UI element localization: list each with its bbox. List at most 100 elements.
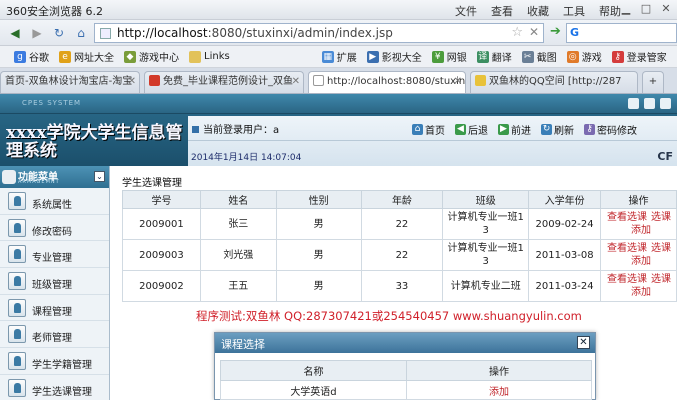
menu-item-class[interactable]: 班级管理	[0, 268, 109, 295]
back-arrow-icon: ◀	[455, 124, 466, 135]
select-course-link[interactable]: 选课	[651, 243, 671, 254]
home-button[interactable]: ⌂ 首页	[412, 122, 445, 137]
add-link[interactable]: 添加	[607, 225, 651, 236]
forward-button[interactable]: ▶ 前进	[498, 122, 531, 137]
sites-icon: e	[59, 50, 71, 63]
student-table: 学号 姓名 性别 年龄 班级 入学年份 操作 2009001 张三 男 22 计…	[122, 190, 677, 302]
view-courses-link[interactable]: 查看选课	[607, 212, 647, 223]
row-actions: 查看选课 选课 添加	[600, 239, 677, 271]
collapse-icon[interactable]: ⌄	[94, 171, 105, 182]
menu-help[interactable]: 帮助	[599, 3, 621, 19]
bookmark-login[interactable]: ⚷ 登录管家	[611, 49, 667, 64]
menu-item-student-record[interactable]: 学生学籍管理	[0, 348, 109, 375]
tab-qq-space[interactable]: 双鱼林的QQ空间 [http://287	[470, 71, 638, 93]
menu-file[interactable]: 文件	[455, 3, 477, 19]
menu-item-teacher[interactable]: 老师管理	[0, 321, 109, 349]
close-icon[interactable]: ✕	[659, 1, 673, 17]
side-menu: 功能菜单 ARMAGEMNT ⌄ 系统属性 修改密码 专业管理 班级管理 课程管…	[0, 166, 110, 400]
maximize-icon[interactable]: □	[639, 1, 653, 17]
browser-title-bar: 360安全浏览器 6.2 文件 查看 收藏 工具 帮助 ▁ □ ✕	[0, 0, 677, 20]
tab-course-design[interactable]: 免费_毕业课程范例设计_双鱼 ✕	[144, 71, 304, 93]
col-course-op: 操作	[406, 360, 592, 381]
star-icon[interactable]: ☆	[511, 25, 523, 40]
bookmarks-bar: g 谷歌 e 网址大全 ◆ 游戏中心 Links ▦ 扩展 ▶ 影视大全 ¥ 网银 译翻译 …	[0, 46, 677, 68]
close-icon[interactable]: ✕	[577, 336, 590, 349]
col-course-name: 名称	[220, 360, 407, 381]
bookmark-translate[interactable]: 译翻译	[476, 49, 512, 64]
refresh-icon[interactable]: ↻	[50, 24, 68, 42]
table-header-row: 名称 操作	[220, 360, 592, 381]
brand-text: CPES SYSTEM	[22, 99, 82, 107]
menu-icon	[2, 170, 16, 184]
select-course-link[interactable]: 选课	[651, 274, 671, 285]
bookmark-links[interactable]: Links	[189, 50, 230, 63]
back-button[interactable]: ◀ 后退	[455, 122, 488, 137]
tab-close-icon[interactable]: ✕	[454, 72, 462, 92]
info-bar: 当前登录用户：a ⌂ 首页 ◀ 后退 ▶ 前进 ↻ 刷新 ⚷ 密码修改 2014年1月14…	[188, 116, 677, 166]
new-tab-button[interactable]: +	[642, 71, 664, 93]
toolbar: ⌂ 首页 ◀ 后退 ▶ 前进 ↻ 刷新 ⚷ 密码修改	[412, 122, 637, 137]
col-ops: 操作	[600, 190, 677, 209]
header-button-icon[interactable]	[628, 98, 639, 109]
scissors-icon: ✂	[521, 50, 534, 63]
search-input[interactable]: G	[566, 23, 677, 43]
menu-favorites[interactable]: 收藏	[527, 3, 549, 19]
bookmark-google[interactable]: g 谷歌	[14, 49, 49, 64]
bookmark-games-center[interactable]: ◆ 游戏中心	[124, 49, 179, 64]
url-input[interactable]: http://localhost:8080/stuxinxi/admin/ind…	[94, 23, 544, 43]
header-window-buttons	[628, 98, 671, 109]
star-icon	[475, 75, 486, 86]
home-icon: ⌂	[412, 124, 423, 135]
divider	[188, 140, 677, 141]
minimize-icon[interactable]: ▁	[619, 1, 633, 17]
app-header: CPES SYSTEM xxxx学院大学生信息管理系统 当前登录用户：a ⌂ 首页…	[0, 94, 677, 166]
person-icon	[8, 325, 26, 344]
search-engine-icon[interactable]: G	[570, 26, 579, 39]
table-row: 2009002 王五 男 33 计算机专业二班 2011-03-24 查看选课选…	[122, 270, 677, 302]
add-link[interactable]: 添加	[607, 287, 651, 298]
gamepad-icon: ◆	[124, 50, 136, 63]
add-link[interactable]: 添加	[607, 256, 651, 267]
tab-taobao[interactable]: 首页-双鱼林设计淘宝店-淘宝 ✕	[0, 71, 140, 93]
menu-item-system[interactable]: 系统属性	[0, 188, 109, 215]
menu-item-course-selection[interactable]: 学生选课管理	[0, 375, 109, 400]
bookmark-video[interactable]: ▶ 影视大全	[366, 49, 422, 64]
tab-close-icon[interactable]: ✕	[292, 72, 300, 92]
menu-item-password[interactable]: 修改密码	[0, 215, 109, 242]
menu-item-course[interactable]: 课程管理	[0, 295, 109, 322]
back-icon[interactable]: ◀	[6, 24, 24, 42]
menu-view[interactable]: 查看	[491, 3, 513, 19]
browser-menu-bar: 文件 查看 收藏 工具 帮助	[455, 3, 621, 19]
bookmark-screenshot[interactable]: ✂ 截图	[521, 49, 557, 64]
home-icon[interactable]: ⌂	[72, 24, 90, 42]
dialog-title: 课程选择	[221, 338, 265, 351]
header-button-icon[interactable]	[644, 98, 655, 109]
refresh-icon: ↻	[541, 124, 552, 135]
col-gender: 性别	[275, 190, 362, 209]
bookmark-extensions[interactable]: ▦ 扩展	[321, 49, 357, 64]
refresh-button[interactable]: ↻ 刷新	[541, 122, 574, 137]
menu-item-major[interactable]: 专业管理	[0, 241, 109, 269]
col-class: 班级	[442, 190, 530, 209]
view-courses-link[interactable]: 查看选课	[607, 274, 647, 285]
change-password-button[interactable]: ⚷ 密码修改	[584, 122, 637, 137]
tab-localhost[interactable]: http://localhost:8080/stuxin ✕	[308, 71, 466, 93]
header-button-icon[interactable]	[660, 98, 671, 109]
bookmark-sites[interactable]: e 网址大全	[59, 49, 114, 64]
google-icon: g	[14, 50, 26, 63]
person-icon	[8, 378, 26, 397]
address-bar: ◀ ▶ ↻ ⌂ http://localhost:8080/stuxinxi/a…	[0, 20, 677, 46]
tab-close-icon[interactable]: ✕	[128, 72, 136, 92]
view-courses-link[interactable]: 查看选课	[607, 243, 647, 254]
menu-tools[interactable]: 工具	[563, 3, 585, 19]
select-course-link[interactable]: 选课	[651, 212, 671, 223]
menu-header: 功能菜单 ARMAGEMNT ⌄	[0, 166, 109, 188]
bookmark-games[interactable]: ◎ 游戏	[566, 49, 602, 64]
bookmark-bank[interactable]: ¥ 网银	[431, 49, 467, 64]
add-course-link[interactable]: 添加	[489, 387, 509, 398]
forward-icon[interactable]: ▶	[28, 24, 46, 42]
key-icon: ⚷	[611, 50, 624, 63]
translate-icon: 译	[476, 50, 489, 63]
test-credit-text: 程序测试:双鱼林 QQ:287307421或254540457 www.shua…	[196, 309, 582, 323]
clear-icon[interactable]: ✕	[529, 25, 539, 39]
